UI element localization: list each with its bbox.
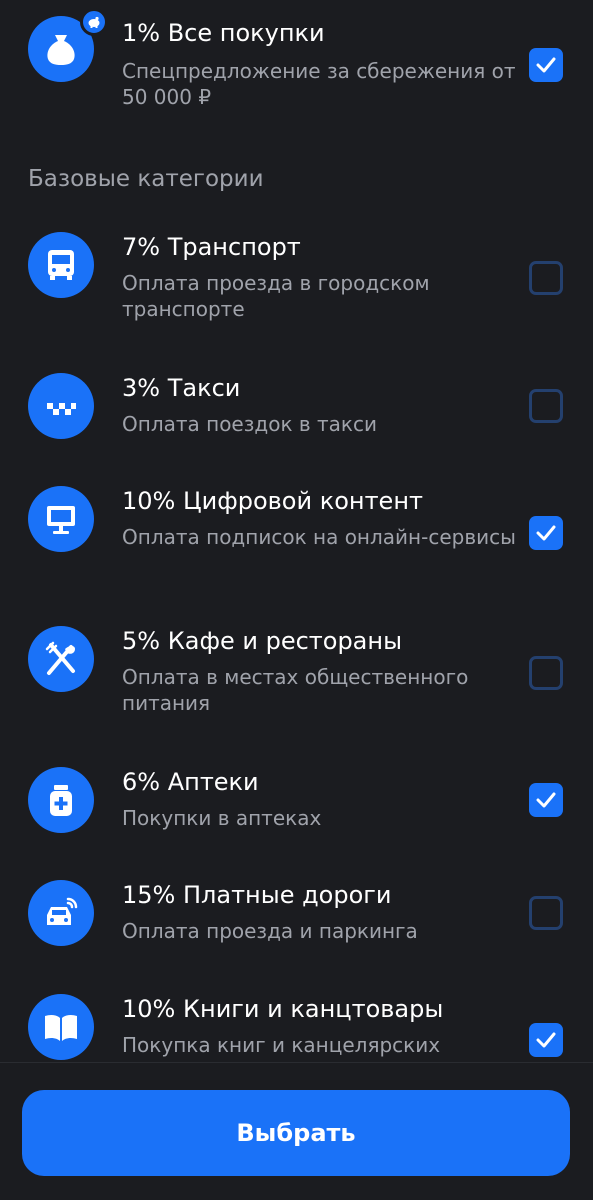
list-item-digital-content[interactable]: 10% Цифровой контент Оплата подписок на … — [0, 486, 593, 586]
item-title: 1% Все покупки — [122, 19, 325, 47]
item-subtitle: Оплата проезда и паркинга — [122, 919, 418, 943]
item-title: 10% Книги и канцтовары — [122, 995, 444, 1023]
checkbox-transport[interactable] — [529, 261, 563, 295]
fork-knife-icon — [28, 626, 94, 692]
list-item-pharmacy[interactable]: 6% Аптеки Покупки в аптеках — [0, 767, 593, 837]
taxi-icon — [28, 373, 94, 439]
item-subtitle: Оплата в местах общественного питания — [122, 665, 469, 715]
list-item-toll-roads[interactable]: 15% Платные дороги Оплата проезда и парк… — [0, 880, 593, 950]
list-item-cafes[interactable]: 5% Кафе и рестораны Оплата в местах обще… — [0, 626, 593, 726]
item-title: 7% Транспорт — [122, 233, 301, 261]
checkbox-cafes[interactable] — [529, 656, 563, 690]
piggy-bank-icon — [80, 8, 108, 36]
book-icon — [28, 994, 94, 1060]
checkbox-books[interactable] — [529, 1023, 563, 1057]
monitor-icon — [28, 486, 94, 552]
checkbox-all-purchases[interactable] — [529, 48, 563, 82]
item-title: 10% Цифровой контент — [122, 487, 423, 515]
list-item-books[interactable]: 10% Книги и канцтовары Покупка книг и ка… — [0, 994, 593, 1062]
list-item-taxi[interactable]: 3% Такси Оплата поездок в такси — [0, 373, 593, 443]
checkbox-pharmacy[interactable] — [529, 783, 563, 817]
select-button[interactable]: Выбрать — [22, 1090, 570, 1176]
section-header: Базовые категории — [28, 166, 264, 192]
checkbox-toll-roads[interactable] — [529, 896, 563, 930]
list-item-all-purchases[interactable]: 1% Все покупки Спецпредложение за сбереж… — [0, 8, 593, 126]
bottom-bar: Выбрать — [0, 1062, 593, 1200]
screen: 1% Все покупки Спецпредложение за сбереж… — [0, 0, 593, 1200]
bus-icon — [28, 232, 94, 298]
item-subtitle: Оплата подписок на онлайн-сервисы — [122, 525, 516, 549]
item-subtitle: Спецпредложение за сбережения от 50 000 … — [122, 59, 516, 109]
pharmacy-icon — [28, 767, 94, 833]
item-title: 15% Платные дороги — [122, 881, 392, 909]
item-title: 6% Аптеки — [122, 768, 259, 796]
item-subtitle: Оплата поездок в такси — [122, 412, 377, 436]
item-subtitle: Покупка книг и канцелярских — [122, 1033, 441, 1057]
checkbox-taxi[interactable] — [529, 389, 563, 423]
list-item-transport[interactable]: 7% Транспорт Оплата проезда в городском … — [0, 232, 593, 332]
connected-car-icon — [28, 880, 94, 946]
checkbox-digital-content[interactable] — [529, 516, 563, 550]
item-title: 5% Кафе и рестораны — [122, 627, 403, 655]
item-subtitle: Покупки в аптеках — [122, 806, 322, 830]
item-title: 3% Такси — [122, 374, 241, 402]
item-subtitle: Оплата проезда в городском транспорте — [122, 271, 430, 321]
category-list[interactable]: 1% Все покупки Спецпредложение за сбереж… — [0, 0, 593, 1062]
